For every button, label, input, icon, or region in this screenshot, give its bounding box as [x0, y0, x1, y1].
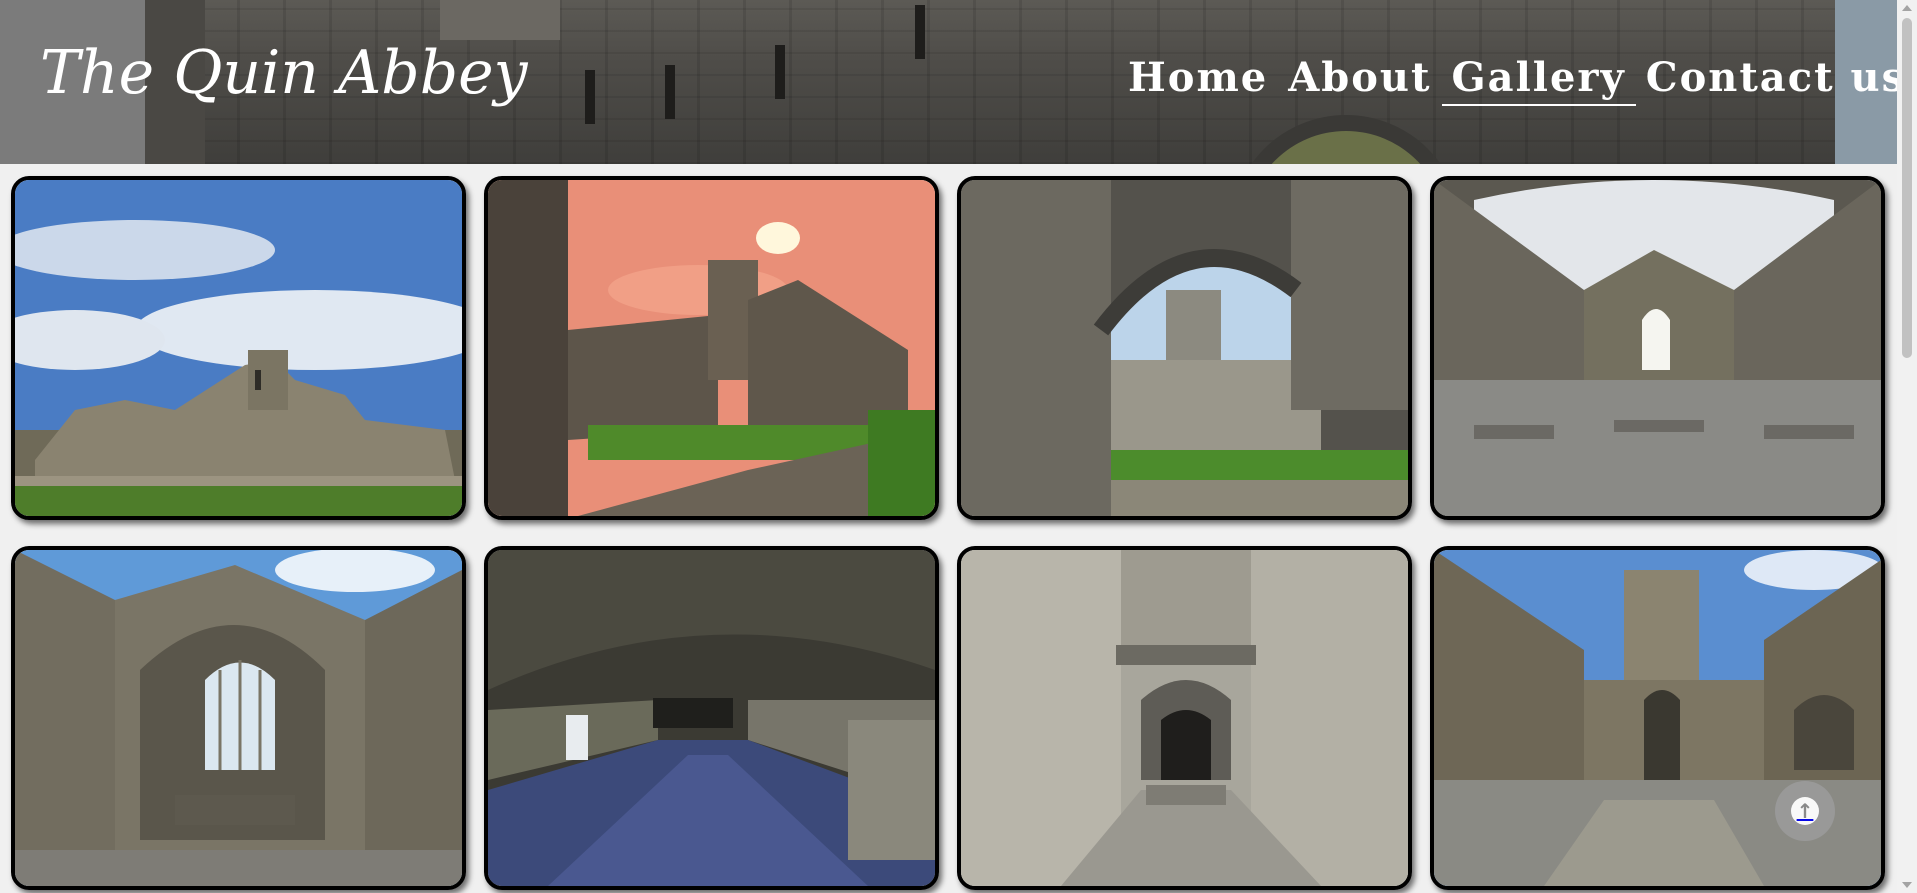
nav-gallery[interactable]: Gallery	[1441, 52, 1636, 106]
header-image-window	[915, 5, 925, 59]
scroll-down-arrow-icon[interactable]	[1902, 882, 1912, 888]
site-logo[interactable]: The Quin Abbey	[40, 38, 528, 108]
photo-gallery	[0, 164, 1897, 893]
nav-contact-us[interactable]: Contact us	[1636, 52, 1897, 106]
page-scrollbar[interactable]	[1897, 0, 1917, 893]
nav-home[interactable]: Home	[1118, 52, 1278, 106]
scrollbar-thumb[interactable]	[1902, 18, 1912, 358]
gallery-photo[interactable]	[11, 176, 466, 520]
back-to-top-button[interactable]: ↑	[1775, 781, 1835, 841]
site-header: The Quin Abbey Home About Gallery Contac…	[0, 0, 1897, 164]
arrow-up-circle-icon: ↑	[1791, 797, 1819, 825]
gallery-photo[interactable]	[484, 546, 939, 890]
gallery-photo[interactable]	[1430, 176, 1885, 520]
gallery-photo[interactable]	[484, 176, 939, 520]
header-image-window	[585, 70, 595, 124]
gallery-photo[interactable]	[957, 546, 1412, 890]
gallery-photo[interactable]	[957, 176, 1412, 520]
gallery-photo[interactable]	[11, 546, 466, 890]
main-nav: Home About Gallery Contact us	[1118, 52, 1897, 106]
scroll-up-arrow-icon[interactable]	[1902, 5, 1912, 11]
nav-about[interactable]: About	[1278, 52, 1441, 106]
header-image-window	[665, 65, 675, 119]
header-image-parapet	[440, 0, 560, 40]
header-image-window	[775, 45, 785, 99]
